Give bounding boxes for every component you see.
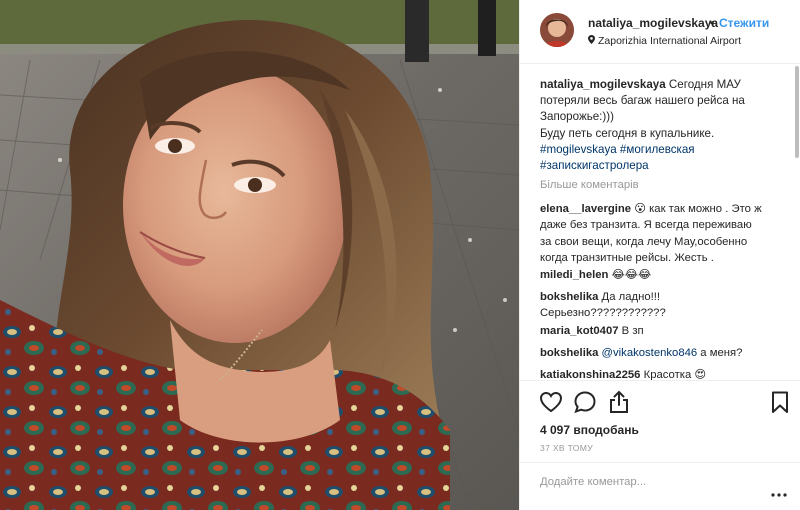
caption: nataliya_mogilevskaya Сегодня МАУ потеря… [540, 77, 786, 174]
mention-link[interactable]: @vikakostenko846 [602, 347, 698, 359]
caption-username[interactable]: nataliya_mogilevskaya [540, 78, 666, 91]
comment-item: miledi_helen 😂😂😂 [540, 267, 788, 283]
comment-text: В зп [618, 325, 644, 337]
more-dots-icon[interactable] [771, 485, 787, 497]
separator-dot: • [710, 16, 715, 30]
post-location[interactable]: Zaporizhia International Airport [588, 35, 741, 47]
comment-username[interactable]: bokshelika [540, 347, 598, 359]
comment-text: 😮 как так можно . Это ж [631, 203, 762, 215]
avatar-image [540, 13, 574, 47]
caption-text-line-3: Запорожье:))) [540, 110, 614, 124]
post-side-panel: nataliya_mogilevskaya • Стежити Zaporizh… [519, 0, 800, 510]
location-label: Zaporizhia International Airport [598, 35, 741, 47]
comment-username: maria_kot0407 [540, 325, 619, 337]
location-pin-icon [588, 35, 595, 47]
comment-bubble-icon[interactable] [572, 389, 598, 415]
comment-text: а меня? [697, 347, 743, 359]
comment-username[interactable]: elena__lavergine [540, 203, 631, 215]
add-comment-input[interactable]: Додайте коментар... [540, 476, 646, 488]
heart-icon[interactable] [538, 389, 564, 415]
hashtag-link[interactable]: #mogilevskaya [540, 143, 617, 156]
load-more-comments-button[interactable]: Більше коментарів [540, 179, 639, 191]
comments-list[interactable]: nataliya_mogilevskaya Сегодня МАУ потеря… [520, 65, 800, 380]
comment-item: maria_kot0407 В зп [540, 323, 788, 339]
comments-scrollbar[interactable] [795, 66, 799, 158]
comment-item: katiakonshina2256 Красотка 😍 [540, 367, 788, 380]
selfie-image [0, 0, 519, 510]
share-upload-icon[interactable] [606, 389, 632, 415]
caption-text-line-4: Буду петь сегодня в купальнике. [540, 126, 715, 140]
avatar[interactable] [540, 13, 574, 47]
likes-count[interactable]: 4 097 вподобань [540, 423, 639, 437]
add-comment-bar: Додайте коментар... [520, 462, 800, 510]
comment-text: даже без транзита. Я всегда переживаю [540, 219, 752, 232]
post-timestamp: 37 ХВ ТОМУ [540, 443, 593, 453]
caption-text-line-1: Сегодня МАУ [665, 78, 741, 91]
comment-username[interactable]: bokshelika [540, 291, 598, 303]
comment-username[interactable]: miledi_helen [540, 269, 608, 281]
comment-text: когда транзитные рейсы. Жесть . [540, 252, 714, 265]
post-header: nataliya_mogilevskaya • Стежити Zaporizh… [520, 0, 800, 64]
follow-button[interactable]: Стежити [719, 16, 769, 30]
comment-text: за свои вещи, когда лечу Мау,особенно [540, 235, 748, 248]
comment-text: Красотка 😍 [640, 369, 707, 380]
comment-item: bokshelika Да ладно!!! Серьезно?????????… [540, 289, 788, 322]
comment-item: bokshelika @vikakostenko846 а меня? [540, 345, 788, 361]
comment-text: Да ладно!!! [598, 291, 661, 303]
bookmark-icon[interactable] [767, 389, 793, 415]
comment-text: 😂😂😂 [608, 269, 652, 281]
post-photo[interactable] [0, 0, 519, 510]
comment-username[interactable]: katiakonshina2256 [540, 369, 640, 380]
post-author-username[interactable]: nataliya_mogilevskaya [588, 16, 718, 30]
hashtag-link[interactable]: #могилевская [620, 143, 695, 156]
caption-text-line-2: потеряли весь багаж нашего рейса на [540, 94, 745, 108]
comment-item: elena__lavergine 😮 как так можно . Это ж… [540, 201, 788, 267]
hashtag-link[interactable]: #запискигастролера [540, 159, 649, 172]
comment-text: Серьезно???????????? [540, 307, 666, 320]
